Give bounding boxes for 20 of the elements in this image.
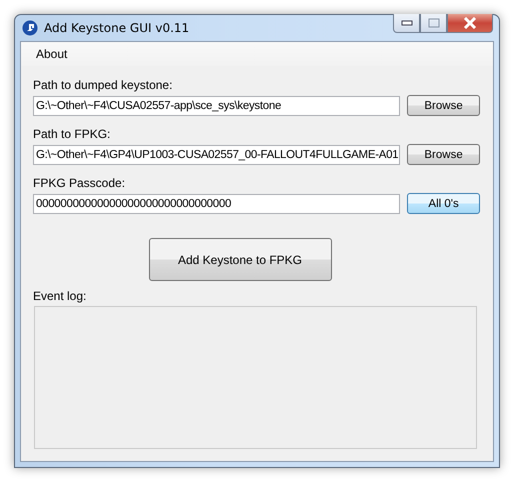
add-keystone-button[interactable]: Add Keystone to FPKG [148,238,332,281]
field-label: FPKG Passcode: [33,176,126,190]
input-field[interactable]: G:\~Other\~F4\GP4\UP1003-CUSA02557_00-FALLOUT4FULLGAME-A01 [33,144,400,164]
browse-button[interactable]: All 0's [407,193,480,214]
app-logo-icon [22,20,38,36]
close-button[interactable] [447,14,493,33]
input-field[interactable]: 00000000000000000000000000000000 [33,194,400,214]
close-icon [463,17,477,29]
maximize-button[interactable] [420,14,447,33]
minimize-icon [400,20,412,26]
minimize-button[interactable] [393,14,420,33]
menu-item[interactable]: About [31,47,72,61]
window-title: Add Keystone GUI v0.11 [44,21,190,35]
field-label: Path to dumped keystone: [33,78,174,92]
event-log-label: Event log: [33,289,88,303]
browse-button[interactable]: Browse [407,144,480,165]
maximize-icon [428,18,440,28]
input-field[interactable]: G:\~Other\~F4\CUSA02557-app\sce_sys\keystone [33,96,400,116]
browse-button[interactable]: Browse [407,95,480,116]
field-label: Path to FPKG: [33,127,112,141]
